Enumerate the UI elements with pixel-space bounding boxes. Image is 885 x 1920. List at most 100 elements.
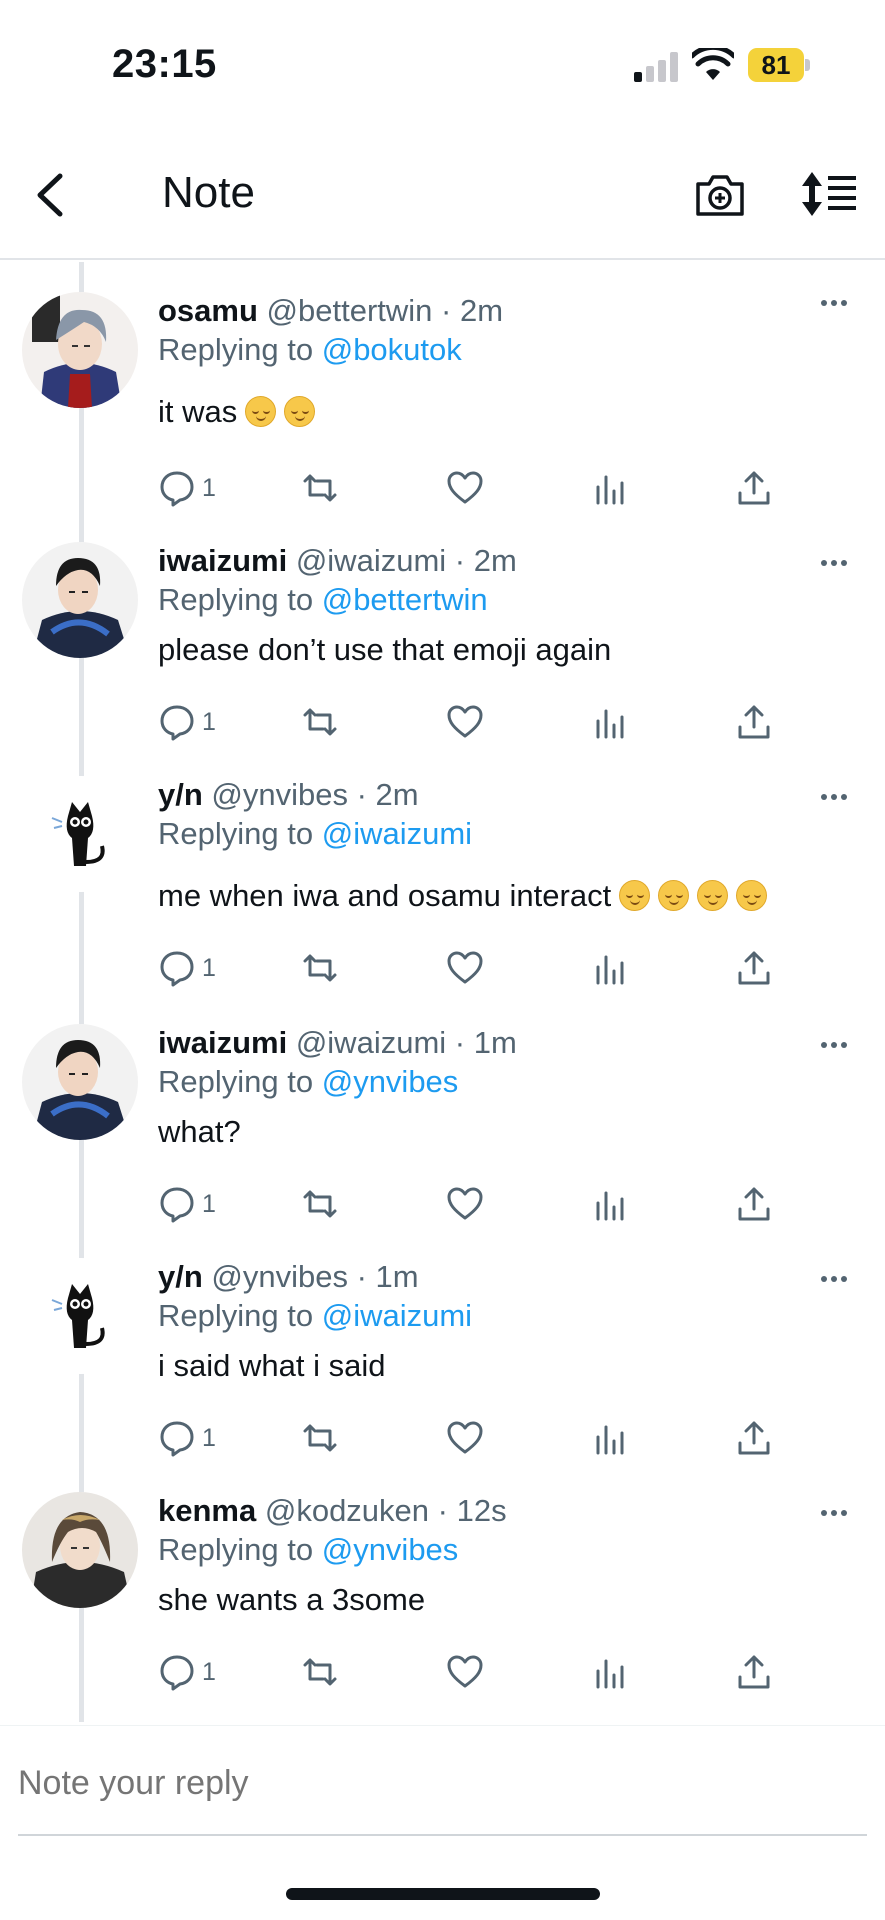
avatar[interactable] xyxy=(22,1024,138,1140)
avatar[interactable] xyxy=(22,292,138,408)
reply-icon xyxy=(160,1655,194,1691)
action-bar: 1 xyxy=(158,702,798,742)
author-meta: @kodzuken · 12s xyxy=(264,1493,507,1528)
reply-count: 1 xyxy=(202,1189,216,1218)
like-button[interactable] xyxy=(446,1418,484,1458)
note-text: me when iwa and osamu interact xyxy=(158,876,855,916)
renote-icon xyxy=(303,708,337,736)
stats-button[interactable] xyxy=(590,702,628,742)
reply-button[interactable]: 1 xyxy=(158,1184,216,1224)
share-icon xyxy=(738,1421,770,1455)
reply-button[interactable]: 1 xyxy=(158,948,216,988)
author-name[interactable]: iwaizumi xyxy=(158,1025,287,1060)
share-button[interactable] xyxy=(735,1652,773,1692)
note-item[interactable]: kenma @kodzuken · 12s Replying to @ynvib… xyxy=(0,1478,885,1708)
mention-link[interactable]: @bettertwin xyxy=(322,582,488,617)
reply-button[interactable]: 1 xyxy=(158,468,216,508)
mention-link[interactable]: @ynvibes xyxy=(322,1064,459,1099)
action-bar: 1 xyxy=(158,1652,798,1692)
reply-composer xyxy=(0,1725,885,1835)
share-button[interactable] xyxy=(735,468,773,508)
like-button[interactable] xyxy=(446,702,484,742)
stats-button[interactable] xyxy=(590,1184,628,1224)
like-button[interactable] xyxy=(446,1184,484,1224)
author-name[interactable]: osamu xyxy=(158,293,258,328)
avatar[interactable] xyxy=(22,542,138,658)
more-options-icon[interactable] xyxy=(819,792,849,802)
author-name[interactable]: iwaizumi xyxy=(158,543,287,578)
action-bar: 1 xyxy=(158,948,798,988)
relieved-face-emoji xyxy=(619,880,651,911)
share-button[interactable] xyxy=(735,948,773,988)
mention-link[interactable]: @bokutok xyxy=(322,332,462,367)
author-name[interactable]: kenma xyxy=(158,1493,256,1528)
relieved-face-emoji xyxy=(697,880,729,911)
reply-context: Replying to @ynvibes xyxy=(158,1532,459,1567)
more-options-icon[interactable] xyxy=(819,298,849,308)
note-text: what? xyxy=(158,1114,241,1149)
author-meta: @bettertwin · 2m xyxy=(266,293,504,328)
reply-button[interactable]: 1 xyxy=(158,702,216,742)
reply-context: Replying to @bokutok xyxy=(158,332,462,367)
reply-count: 1 xyxy=(202,953,216,982)
more-options-icon[interactable] xyxy=(819,1274,849,1284)
camera-plus-icon[interactable] xyxy=(694,170,746,218)
renote-button[interactable] xyxy=(301,1418,339,1458)
reply-count: 1 xyxy=(202,473,216,502)
battery-level: 81 xyxy=(748,48,804,82)
share-icon xyxy=(738,705,770,739)
renote-button[interactable] xyxy=(301,1184,339,1224)
renote-button[interactable] xyxy=(301,1652,339,1692)
note-item[interactable]: y/n @ynvibes · 2m Replying to @iwaizumi … xyxy=(0,762,885,1002)
like-button[interactable] xyxy=(446,1652,484,1692)
avatar[interactable] xyxy=(22,1258,138,1374)
note-item[interactable]: osamu @bettertwin · 2m Replying to @boku… xyxy=(0,280,885,515)
note-item[interactable]: y/n @ynvibes · 1m Replying to @iwaizumi … xyxy=(0,1244,885,1474)
renote-button[interactable] xyxy=(301,948,339,988)
home-indicator[interactable] xyxy=(286,1888,600,1900)
sort-icon[interactable] xyxy=(800,170,860,218)
status-time: 23:15 xyxy=(112,42,217,86)
avatar[interactable] xyxy=(22,776,138,892)
author-name[interactable]: y/n xyxy=(158,777,203,812)
wifi-icon xyxy=(692,48,734,80)
page-title: Note xyxy=(162,168,255,217)
renote-icon xyxy=(303,474,337,502)
like-button[interactable] xyxy=(446,468,484,508)
mention-link[interactable]: @iwaizumi xyxy=(322,1298,472,1333)
share-icon xyxy=(738,471,770,505)
chevron-left-icon[interactable] xyxy=(30,170,70,220)
reply-button[interactable]: 1 xyxy=(158,1652,216,1692)
more-options-icon[interactable] xyxy=(819,1508,849,1518)
reply-count: 1 xyxy=(202,1423,216,1452)
stats-button[interactable] xyxy=(590,948,628,988)
like-button[interactable] xyxy=(446,948,484,988)
heart-icon xyxy=(447,705,483,738)
renote-button[interactable] xyxy=(301,702,339,742)
bar-chart-icon xyxy=(596,709,624,739)
bar-chart-icon xyxy=(596,1659,624,1689)
avatar[interactable] xyxy=(22,1492,138,1608)
status-bar: 23:15 81 xyxy=(0,0,885,130)
more-options-icon[interactable] xyxy=(819,558,849,568)
note-text: she wants a 3some xyxy=(158,1582,426,1617)
mention-link[interactable]: @ynvibes xyxy=(322,1532,459,1567)
note-item[interactable]: iwaizumi @iwaizumi · 2m Replying to @bet… xyxy=(0,528,885,758)
more-options-icon[interactable] xyxy=(819,1040,849,1050)
share-button[interactable] xyxy=(735,1184,773,1224)
renote-button[interactable] xyxy=(301,468,339,508)
author-meta: @iwaizumi · 1m xyxy=(295,1025,517,1060)
stats-button[interactable] xyxy=(590,1418,628,1458)
share-button[interactable] xyxy=(735,1418,773,1458)
bar-chart-icon xyxy=(596,475,624,505)
note-text: it was xyxy=(158,392,855,432)
reply-input[interactable] xyxy=(18,1764,838,1803)
stats-button[interactable] xyxy=(590,468,628,508)
share-icon xyxy=(738,951,770,985)
mention-link[interactable]: @iwaizumi xyxy=(322,816,472,851)
share-button[interactable] xyxy=(735,702,773,742)
note-item[interactable]: iwaizumi @iwaizumi · 1m Replying to @ynv… xyxy=(0,1010,885,1240)
reply-button[interactable]: 1 xyxy=(158,1418,216,1458)
author-name[interactable]: y/n xyxy=(158,1259,203,1294)
stats-button[interactable] xyxy=(590,1652,628,1692)
